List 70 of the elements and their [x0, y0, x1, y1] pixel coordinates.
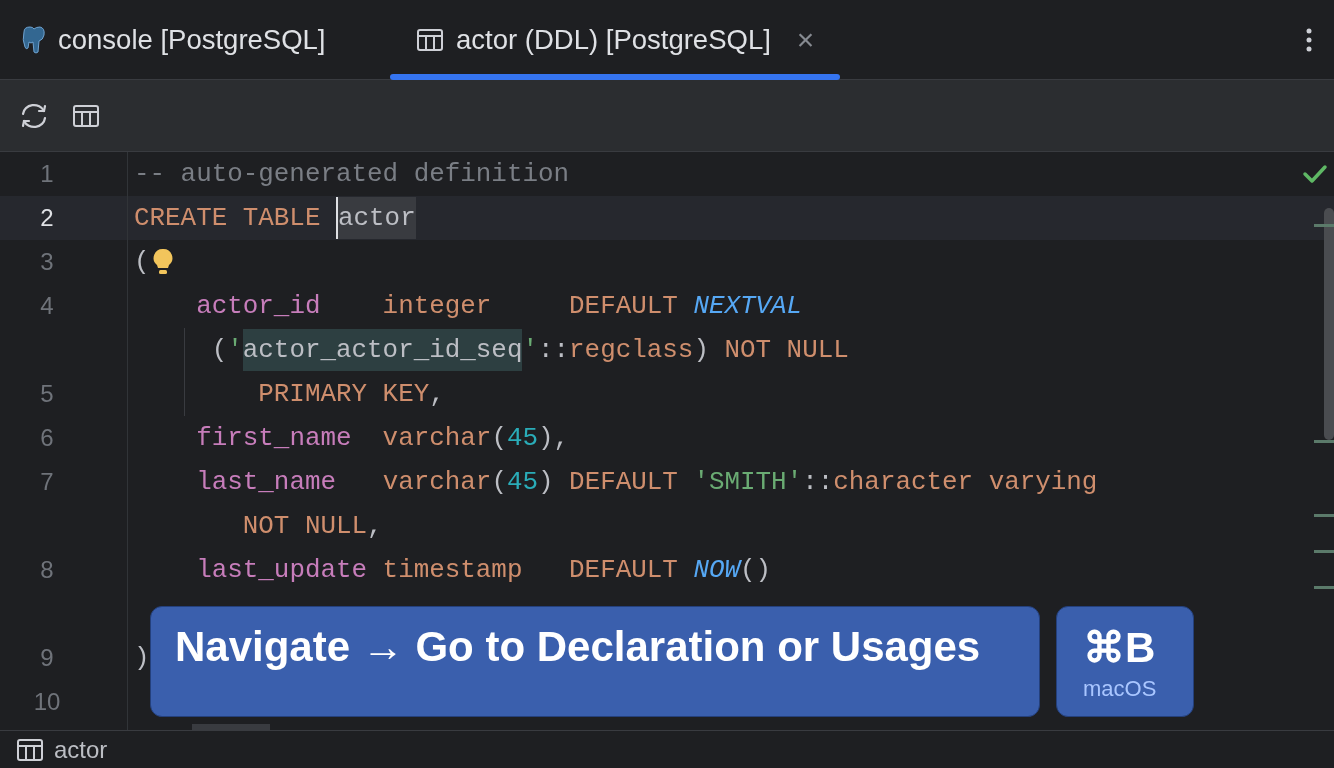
editor-tab[interactable]: actor (DDL) [PostgreSQL] × — [390, 0, 841, 79]
table-icon — [416, 27, 444, 52]
line-number: 8 — [39, 556, 55, 584]
lightbulb-icon[interactable] — [151, 248, 174, 277]
code-text: :: — [802, 467, 834, 497]
sql-keyword: regclass — [569, 335, 694, 365]
line-number: 7 — [39, 468, 55, 496]
number-literal: 45 — [506, 423, 538, 453]
function-name: NOW — [693, 555, 740, 585]
function-name: NEXTVAL — [693, 291, 803, 321]
table-button[interactable] — [72, 103, 100, 128]
column-name: first_name — [196, 423, 352, 453]
sql-keyword: NOT NULL — [724, 335, 849, 365]
sql-keyword: PRIMARY KEY — [258, 379, 430, 409]
scrollbar-thumb[interactable] — [192, 724, 270, 730]
line-number: 2 — [39, 204, 55, 232]
code-text: ( — [211, 335, 228, 365]
table-icon — [16, 737, 44, 762]
change-marker[interactable] — [1314, 440, 1334, 443]
code-text: :: — [538, 335, 570, 365]
string-literal: ' — [522, 335, 538, 365]
sql-keyword: DEFAULT — [569, 467, 678, 497]
code-text: ) — [134, 643, 150, 673]
change-marker[interactable] — [1314, 514, 1334, 517]
line-number: 1 — [39, 160, 55, 188]
string-literal: 'SMITH' — [693, 467, 803, 497]
code-comment: -- auto-generated definition — [134, 159, 570, 189]
code-text: ( — [491, 467, 507, 497]
shortcut-keys: ⌘B — [1083, 623, 1167, 672]
number-literal: 45 — [506, 467, 538, 497]
close-tab-button[interactable]: × — [796, 22, 815, 57]
code-text: ) — [693, 335, 709, 365]
sql-keyword: character varying — [833, 467, 1098, 497]
column-name: actor_id — [196, 291, 321, 321]
code-text: , — [367, 511, 383, 541]
check-icon[interactable] — [1302, 164, 1328, 184]
change-marker[interactable] — [1314, 550, 1334, 553]
highlighted-text: actor_actor_id_seq — [242, 329, 523, 371]
scrollbar-thumb[interactable] — [1324, 208, 1334, 440]
action-hint: Navigate → Go to Declaration or Usages — [150, 606, 1040, 717]
string-literal: ' — [227, 335, 243, 365]
change-marker[interactable] — [1314, 586, 1334, 589]
column-name: last_update — [196, 555, 368, 585]
line-number: 3 — [39, 248, 55, 276]
line-number: 10 — [32, 688, 62, 716]
platform-label: macOS — [1083, 676, 1158, 702]
code-text: , — [429, 379, 445, 409]
sql-keyword: timestamp — [382, 555, 523, 585]
line-number: 9 — [39, 644, 55, 672]
code-text: ), — [538, 423, 570, 453]
editor-tab[interactable]: console [PostgreSQL] — [0, 0, 390, 79]
column-name: last_name — [196, 467, 336, 497]
line-number: 6 — [39, 424, 55, 452]
sql-keyword: NOT NULL — [242, 511, 368, 541]
sql-keyword: varchar — [382, 467, 492, 497]
more-icon[interactable] — [1306, 27, 1312, 52]
sql-keyword: DEFAULT — [569, 555, 678, 585]
code-text: ) — [538, 467, 554, 497]
line-number: 5 — [39, 380, 55, 408]
breadcrumb[interactable]: actor — [16, 735, 108, 764]
elephant-icon — [20, 25, 46, 54]
code-text: ( — [491, 423, 507, 453]
code-text: ( — [134, 247, 150, 277]
sql-keyword: integer — [382, 291, 492, 321]
table-name: actor — [336, 197, 416, 239]
line-number: 4 — [39, 292, 55, 320]
change-marker[interactable] — [1314, 224, 1334, 227]
sql-keyword: DEFAULT — [569, 291, 678, 321]
sql-keyword: CREATE TABLE — [134, 203, 321, 233]
sql-keyword: varchar — [382, 423, 492, 453]
